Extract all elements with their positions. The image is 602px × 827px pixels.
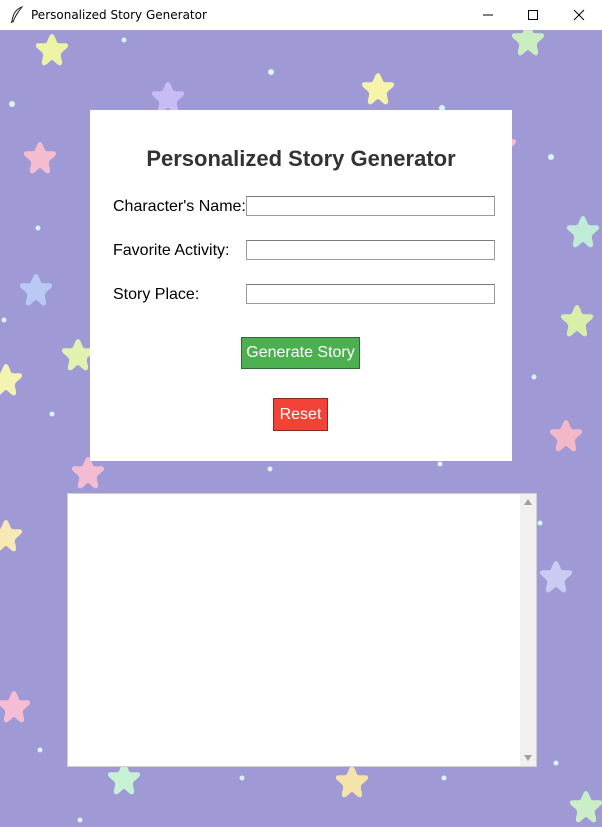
character-name-input[interactable] — [246, 196, 495, 216]
favorite-activity-label: Favorite Activity: — [113, 242, 230, 259]
arrow-up-icon — [524, 499, 532, 505]
story-place-input[interactable] — [246, 284, 495, 304]
story-output-box — [67, 493, 537, 767]
window-title: Personalized Story Generator — [31, 8, 207, 22]
generate-story-button[interactable]: Generate Story — [241, 337, 360, 369]
character-name-label: Character's Name: — [113, 198, 246, 215]
close-icon — [573, 9, 585, 21]
reset-button[interactable]: Reset — [273, 398, 328, 431]
vertical-scrollbar[interactable] — [520, 494, 536, 766]
app-window: Personalized Story Generator Personalize… — [0, 0, 602, 827]
arrow-down-icon — [524, 755, 532, 761]
maximize-icon — [528, 10, 538, 20]
minimize-button[interactable] — [465, 0, 511, 30]
story-place-label: Story Place: — [113, 286, 200, 303]
scroll-up-button[interactable] — [520, 494, 536, 510]
maximize-button[interactable] — [510, 0, 556, 30]
story-output-textarea[interactable] — [68, 494, 520, 766]
close-button[interactable] — [556, 0, 602, 30]
client-area: Personalized Story Generator Character's… — [0, 30, 602, 827]
feather-icon — [10, 5, 24, 24]
minimize-icon — [483, 14, 493, 16]
story-form-panel: Personalized Story Generator Character's… — [90, 110, 512, 461]
title-bar: Personalized Story Generator — [0, 0, 602, 31]
scroll-down-button[interactable] — [520, 750, 536, 766]
favorite-activity-input[interactable] — [246, 240, 495, 260]
page-title: Personalized Story Generator — [146, 146, 456, 171]
